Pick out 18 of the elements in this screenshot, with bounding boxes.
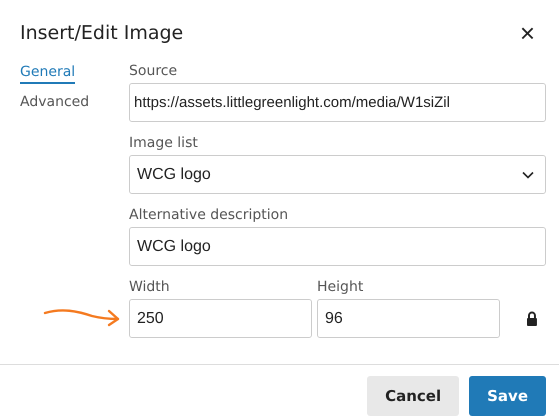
input-field[interactable]: WCG logo xyxy=(129,227,546,266)
tab[interactable]: Advanced xyxy=(20,94,90,114)
field-label: Source xyxy=(129,62,178,80)
input-field[interactable]: https://assets.littlegreenlight.com/media/W1siZil xyxy=(129,83,546,122)
field-label: Height xyxy=(317,278,364,296)
input-field[interactable]: 96 xyxy=(317,299,500,338)
field-label: Alternative description xyxy=(129,206,290,224)
input-field[interactable]: 250 xyxy=(129,299,312,338)
field-label: Width xyxy=(129,278,171,296)
save-button[interactable]: Save xyxy=(469,376,546,416)
image-list-dropdown[interactable]: WCG logo xyxy=(129,155,546,194)
lock-icon[interactable] xyxy=(526,311,538,327)
chevron-down-icon xyxy=(522,170,534,178)
field-label: Image list xyxy=(129,134,199,152)
tab[interactable]: General xyxy=(20,64,76,84)
cancel-button[interactable]: Cancel xyxy=(367,376,460,416)
dialog-title: Insert/Edit Image xyxy=(20,22,184,44)
close-button[interactable]: × xyxy=(520,20,535,46)
